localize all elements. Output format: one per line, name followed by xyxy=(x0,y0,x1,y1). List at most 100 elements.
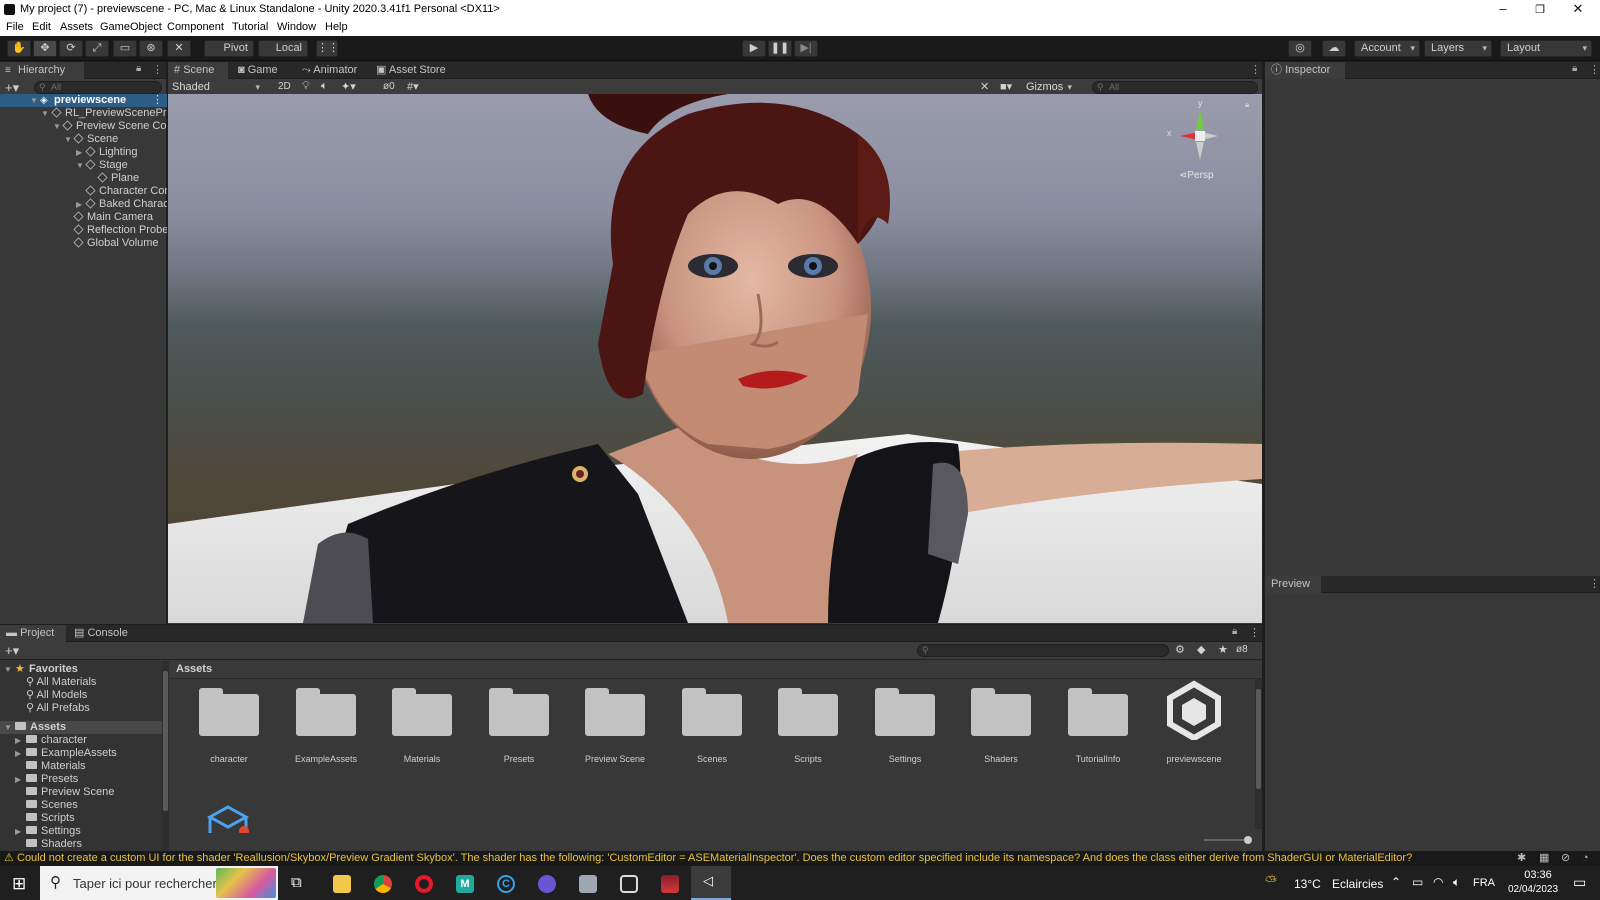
favorite-item[interactable]: ⚲ All Models xyxy=(26,689,156,702)
grid-scroll-thumb[interactable] xyxy=(1256,689,1261,789)
project-search-input[interactable]: ⚲ xyxy=(917,644,1169,657)
grid-snap-icon[interactable]: ⋮⋮ xyxy=(316,40,339,57)
tab-console[interactable]: ▤ Console xyxy=(68,625,134,642)
hierarchy-item[interactable]: Global Volume xyxy=(0,237,167,250)
hierarchy-item[interactable]: ▼ Scene xyxy=(0,133,167,146)
tab-scene[interactable]: # Scene xyxy=(168,62,228,79)
scene-more-options-icon[interactable]: ⋮ xyxy=(1250,63,1261,76)
project-lock-icon[interactable]: 🔒︎ xyxy=(1232,626,1237,637)
lighting-toggle-icon[interactable]: 💡︎ xyxy=(302,80,310,93)
more-options-icon[interactable]: ⋮ xyxy=(152,63,163,76)
discord-icon[interactable] xyxy=(538,875,556,893)
restore-icon[interactable]: ❐ xyxy=(1530,3,1550,16)
breadcrumb-assets[interactable]: Assets xyxy=(176,663,212,675)
minimize-icon[interactable]: – xyxy=(1493,1,1513,16)
hierarchy-item[interactable]: ▼ Preview Scene Cor xyxy=(0,120,167,133)
menu-edit[interactable]: Edit xyxy=(32,21,51,33)
lock-icon[interactable]: 🔒︎ xyxy=(136,63,141,74)
notifications-icon[interactable]: ▭ xyxy=(1573,874,1586,891)
scene-viewport[interactable]: y x 🔒︎ ⋖Persp xyxy=(168,94,1262,623)
hidden-objects-toggle[interactable]: ø0 xyxy=(383,81,395,92)
project-tree-item[interactable]: Materials xyxy=(0,760,162,773)
debug-icon[interactable]: ✱ xyxy=(1517,851,1526,866)
tab-animator[interactable]: ⤳ Animator xyxy=(296,62,366,79)
asset-grid-scrollbar[interactable] xyxy=(1255,679,1262,829)
hierarchy-item[interactable]: ▶ Lighting xyxy=(0,146,167,159)
hierarchy-item[interactable]: Main Camera xyxy=(0,211,167,224)
scene-search-input[interactable]: ⚲ All xyxy=(1092,81,1258,94)
maya-icon[interactable]: M xyxy=(456,875,474,893)
inspector-lock-icon[interactable]: 🔒︎ xyxy=(1572,63,1577,74)
projection-toggle[interactable]: ⋖Persp xyxy=(1179,170,1214,181)
weather-text[interactable]: Eclaircies xyxy=(1332,877,1383,891)
wifi-icon[interactable]: ◠ xyxy=(1433,875,1443,889)
chrome-icon[interactable] xyxy=(374,875,392,893)
hierarchy-item[interactable]: ▼ RL_PreviewScenePre xyxy=(0,107,167,120)
tab-hierarchy[interactable]: ≡ Hierarchy xyxy=(0,62,84,79)
scene-options-icon[interactable]: ⋮ xyxy=(152,94,163,107)
cloud-icon[interactable]: ☁ xyxy=(1322,40,1346,57)
inspector-more-icon[interactable]: ⋮ xyxy=(1589,63,1600,76)
pivot-toggle[interactable]: Pivot xyxy=(204,40,254,57)
opera-icon[interactable] xyxy=(415,875,433,893)
transform-tool-icon[interactable]: ⊛ xyxy=(139,40,163,57)
project-tree-item[interactable]: Scripts xyxy=(0,812,162,825)
asset-folder[interactable]: ExampleAssets xyxy=(278,686,374,764)
cache-icon[interactable]: ▦ xyxy=(1539,851,1549,866)
menu-gameobject[interactable]: GameObject xyxy=(100,21,162,33)
rect-tool-icon[interactable]: ▭ xyxy=(113,40,137,57)
hierarchy-item[interactable]: ▶ Baked Charac xyxy=(0,198,167,211)
project-more-icon[interactable]: ⋮ xyxy=(1249,626,1260,639)
asset-folder[interactable]: Shaders xyxy=(953,686,1049,764)
pause-button[interactable]: ❚❚ xyxy=(768,40,792,57)
icon-size-slider[interactable] xyxy=(1204,836,1252,844)
asset-prefab[interactable] xyxy=(206,803,250,833)
gizmos-dropdown[interactable]: Gizmos xyxy=(1024,80,1076,95)
weather-temp[interactable]: 13°C xyxy=(1294,877,1321,891)
unity-editor-taskbar-button[interactable]: ◁ xyxy=(691,866,731,900)
favorite-item[interactable]: ⚲ All Materials xyxy=(26,676,156,689)
hand-tool-icon[interactable]: ✋ xyxy=(7,40,31,57)
play-button[interactable]: ▶ xyxy=(742,40,766,57)
custom-tool-icon[interactable]: ✕ xyxy=(167,40,191,57)
camera-dropdown-icon[interactable]: ■▾ xyxy=(1000,80,1012,93)
step-button[interactable]: ▶| xyxy=(794,40,818,57)
project-tree-item[interactable]: Scenes xyxy=(0,799,162,812)
move-tool-icon[interactable]: ✥ xyxy=(33,40,57,57)
asset-folder[interactable]: Preview Scene xyxy=(567,686,663,764)
asset-scene[interactable]: previewscene xyxy=(1146,680,1242,764)
shading-mode-dropdown[interactable]: Shaded xyxy=(170,80,264,95)
menu-file[interactable]: File xyxy=(6,21,24,33)
menu-window[interactable]: Window xyxy=(277,21,316,33)
clock-time[interactable]: 03:36 xyxy=(1512,869,1564,881)
progress-icon[interactable]: ◔ xyxy=(1582,851,1589,866)
cc-app-icon[interactable]: C xyxy=(497,875,515,893)
tray-chevron-icon[interactable]: ⌃ xyxy=(1391,875,1401,889)
project-hidden-toggle[interactable]: ø8 xyxy=(1236,644,1248,655)
mode-2d-toggle[interactable]: 2D xyxy=(278,81,291,92)
menu-tutorial[interactable]: Tutorial xyxy=(232,21,268,33)
asset-folder[interactable]: Scenes xyxy=(664,686,760,764)
project-tree-item[interactable]: Preview Scene xyxy=(0,786,162,799)
project-tree-item[interactable]: ▶ Presets xyxy=(0,773,162,786)
project-tree-item[interactable]: ▶ character xyxy=(0,734,162,747)
project-tree-scrollbar[interactable] xyxy=(162,661,169,851)
app-window-icon[interactable] xyxy=(579,875,597,893)
collab-icon[interactable]: ◎ xyxy=(1288,40,1312,57)
favorite-item[interactable]: ⚲ All Prefabs xyxy=(26,702,156,715)
icon-size-slider-thumb[interactable] xyxy=(1244,836,1252,844)
tray-device-icon[interactable]: ▭ xyxy=(1412,875,1423,889)
account-dropdown[interactable]: Account xyxy=(1354,40,1420,57)
hierarchy-search-input[interactable]: ⚲ All xyxy=(34,81,162,94)
language-indicator[interactable]: FRA xyxy=(1473,877,1495,889)
status-bar[interactable]: ⚠ Could not create a custom UI for the s… xyxy=(0,851,1600,866)
layers-dropdown[interactable]: Layers xyxy=(1424,40,1492,57)
hierarchy-item[interactable]: Reflection Probe xyxy=(0,224,167,237)
gizmo-lock-icon[interactable]: 🔒︎ xyxy=(1245,100,1249,110)
project-tree-item[interactable]: ▶ ExampleAssets xyxy=(0,747,162,760)
tab-game[interactable]: ◙ Game xyxy=(232,62,288,79)
favorite-star-icon[interactable]: ★ xyxy=(1218,643,1228,656)
effects-toggle-icon[interactable]: ✦▾ xyxy=(341,80,356,93)
hierarchy-item[interactable]: ▼ Stage xyxy=(0,159,167,172)
asset-folder[interactable]: Scripts xyxy=(760,686,856,764)
